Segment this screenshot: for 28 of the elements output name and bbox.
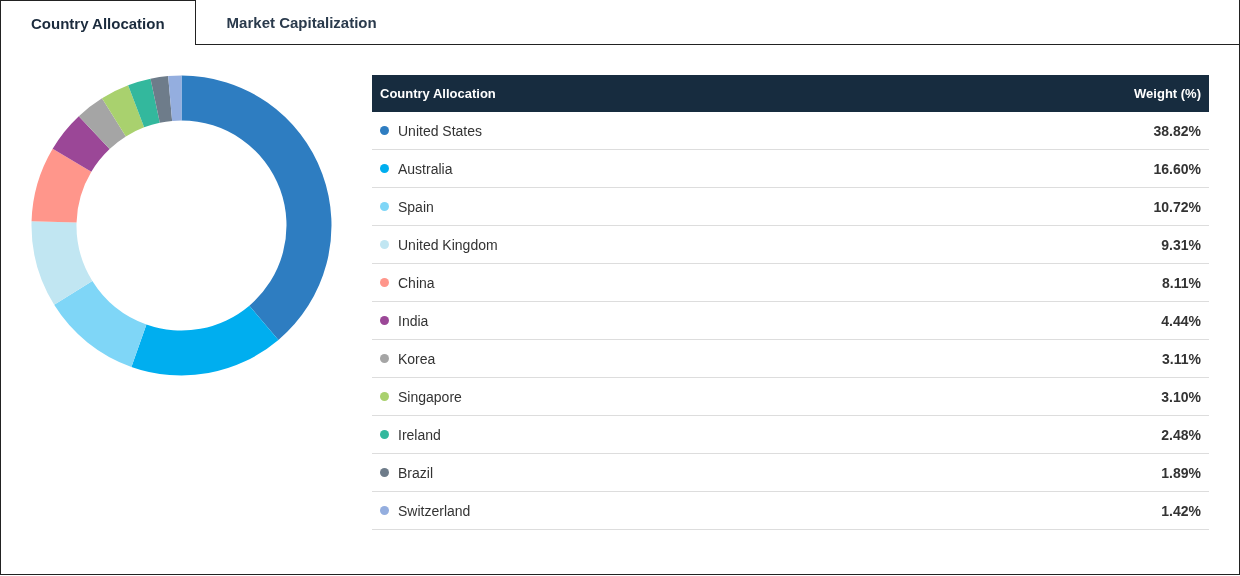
weight-value: 2.48% [1161,426,1201,443]
country-name: Australia [398,160,454,177]
country-name: United States [398,122,484,139]
country-name: China [398,274,436,291]
column-header: Weight (%) [1134,86,1201,101]
country-name: Korea [398,350,437,367]
weight-value: 16.60% [1153,160,1201,177]
donut-slice [52,116,110,172]
weight-value: 1.89% [1161,464,1201,481]
weight-value: 9.31% [1161,236,1201,253]
weight-value: 10.72% [1153,198,1201,215]
weight-value: 8.11% [1162,274,1201,291]
weight-value: 38.82% [1153,122,1201,139]
column-header: Country Allocation [380,86,496,101]
donut-slice [128,78,160,128]
country-name: United Kingdom [398,236,499,253]
tab[interactable]: Country Allocation [0,0,196,45]
country-name: Singapore [398,388,463,405]
weight-value: 1.42% [1161,502,1201,519]
country-name: Switzerland [398,502,472,519]
weight-value: 3.10% [1161,388,1201,405]
weight-value: 3.11% [1162,350,1201,367]
country-name: India [398,312,430,329]
donut-slice [102,85,145,137]
weight-value: 4.44% [1161,312,1201,329]
country-name: Ireland [398,426,442,443]
country-name: Brazil [398,464,434,481]
country-name: Spain [398,198,435,215]
